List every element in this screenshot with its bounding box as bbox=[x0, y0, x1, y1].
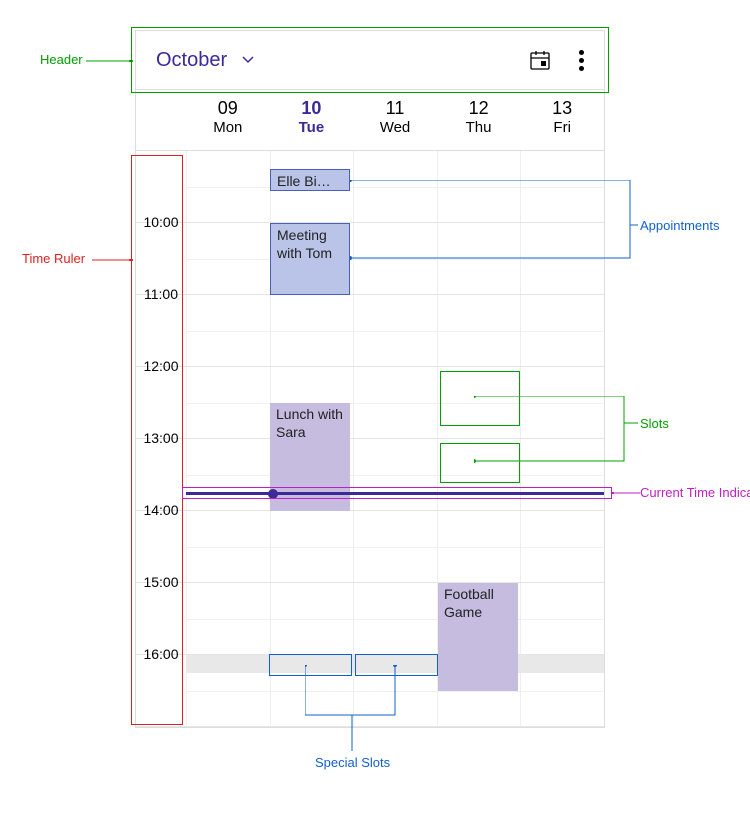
day-header-wed[interactable]: 11 Wed bbox=[353, 90, 437, 150]
ruler-spacer bbox=[136, 90, 186, 150]
header-left: October bbox=[156, 49, 255, 72]
day-headers: 09 Mon 10 Tue 11 Wed 12 Thu 13 Fri bbox=[135, 90, 605, 150]
time-label: 16:00 bbox=[136, 646, 186, 662]
time-label: 10:00 bbox=[136, 214, 186, 230]
time-label: 14:00 bbox=[136, 502, 186, 518]
day-header-mon[interactable]: 09 Mon bbox=[186, 90, 270, 150]
annotation-appointments: Appointments bbox=[640, 218, 720, 233]
day-header-tue[interactable]: 10 Tue bbox=[270, 90, 354, 150]
day-num: 10 bbox=[270, 98, 354, 119]
header-right bbox=[529, 49, 584, 71]
hour-row[interactable]: 15:00 bbox=[136, 583, 604, 655]
day-name: Thu bbox=[437, 119, 521, 136]
time-label: 13:00 bbox=[136, 430, 186, 446]
day-name: Tue bbox=[270, 119, 354, 136]
day-num: 11 bbox=[353, 98, 437, 119]
annotation-current-time: Current Time Indicator bbox=[640, 485, 750, 501]
calendar-icon[interactable] bbox=[529, 49, 551, 71]
month-label[interactable]: October bbox=[156, 49, 227, 72]
appointment-elle[interactable]: Elle Bi… bbox=[270, 169, 350, 191]
day-num: 09 bbox=[186, 98, 270, 119]
day-name: Wed bbox=[353, 119, 437, 136]
annotation-header: Header bbox=[40, 52, 83, 67]
annotation-special-slots: Special Slots bbox=[315, 755, 390, 770]
calendar-header: October bbox=[135, 30, 605, 90]
day-header-fri[interactable]: 13 Fri bbox=[520, 90, 604, 150]
day-num: 13 bbox=[520, 98, 604, 119]
hour-row[interactable]: 14:00 bbox=[136, 511, 604, 583]
time-label: 15:00 bbox=[136, 574, 186, 590]
more-options-icon[interactable] bbox=[579, 50, 584, 71]
appointment-football[interactable]: Football Game bbox=[438, 583, 518, 691]
annotation-slots: Slots bbox=[640, 416, 669, 431]
time-label: 12:00 bbox=[136, 358, 186, 374]
day-num: 12 bbox=[437, 98, 521, 119]
time-label: 11:00 bbox=[136, 286, 186, 302]
day-name: Mon bbox=[186, 119, 270, 136]
day-header-thu[interactable]: 12 Thu bbox=[437, 90, 521, 150]
chevron-down-icon[interactable] bbox=[241, 53, 255, 67]
hour-row[interactable]: 11:00 bbox=[136, 295, 604, 367]
day-name: Fri bbox=[520, 119, 604, 136]
annotation-time-ruler: Time Ruler bbox=[22, 251, 85, 266]
appointment-meeting[interactable]: Meeting with Tom bbox=[270, 223, 350, 295]
